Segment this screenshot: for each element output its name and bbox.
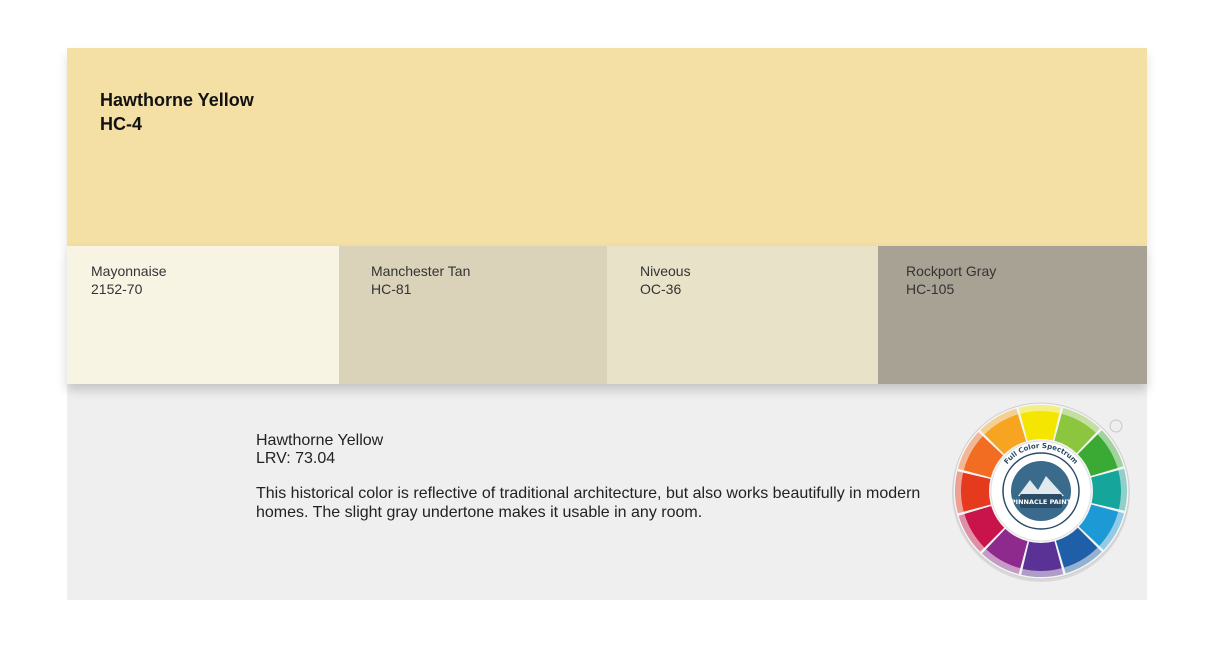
swatch-mayonnaise[interactable]: Mayonnaise 2152-70 xyxy=(67,246,339,384)
hero-color-code: HC-4 xyxy=(100,114,143,134)
hero-title: Hawthorne Yellow HC-4 xyxy=(100,88,254,136)
info-lrv: LRV: 73.04 xyxy=(256,450,336,467)
swatch-niveous[interactable]: Niveous OC-36 xyxy=(607,246,878,384)
swatch-name: Rockport Gray xyxy=(906,263,997,279)
hero-swatch[interactable]: Hawthorne Yellow HC-4 xyxy=(67,48,1147,246)
swatch-rockport-gray[interactable]: Rockport Gray HC-105 xyxy=(878,246,1147,384)
info-color-name: Hawthorne Yellow xyxy=(256,432,384,449)
swatch-code: 2152-70 xyxy=(91,281,143,297)
color-card: Hawthorne Yellow HC-4 Mayonnaise 2152-70… xyxy=(67,48,1147,600)
info-description: This historical color is reflective of t… xyxy=(256,485,921,521)
color-info: Hawthorne Yellow LRV: 73.04 This histori… xyxy=(256,432,946,522)
swatch-code: OC-36 xyxy=(640,281,682,297)
swatch-code: HC-81 xyxy=(371,281,412,297)
hero-color-name: Hawthorne Yellow xyxy=(100,90,254,110)
pinnacle-logo-text: PINNACLE PAINT xyxy=(1011,498,1072,506)
swatch-name: Manchester Tan xyxy=(371,263,471,279)
swatch-name: Niveous xyxy=(640,263,691,279)
swatch-manchester-tan[interactable]: Manchester Tan HC-81 xyxy=(339,246,607,384)
swatch-code: HC-105 xyxy=(906,281,955,297)
color-wheel-logo: Full Color Spectrum PINNACLE PAINT xyxy=(952,402,1130,582)
swatch-name: Mayonnaise xyxy=(91,263,167,279)
coordinating-swatches: Mayonnaise 2152-70 Manchester Tan HC-81 … xyxy=(67,246,1147,384)
